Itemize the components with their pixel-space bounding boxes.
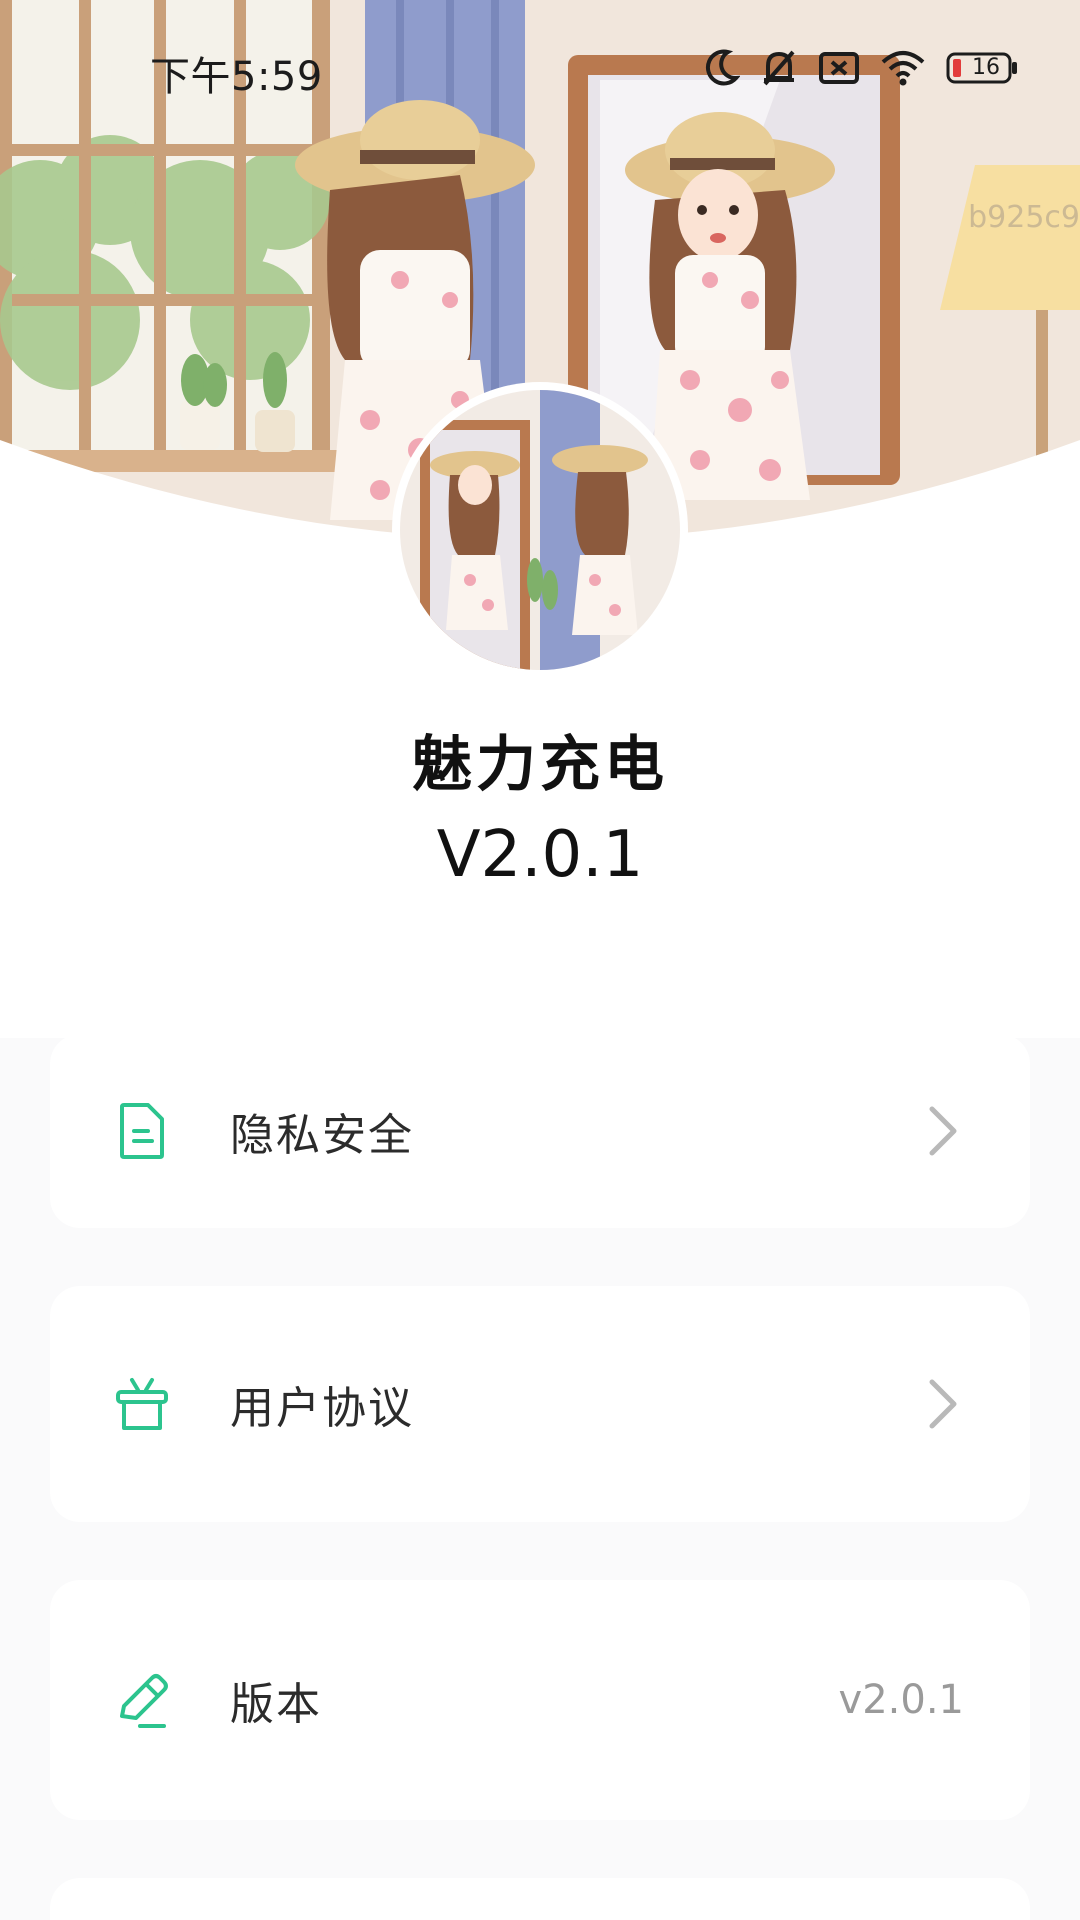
app-avatar — [392, 382, 688, 678]
privacy-security-item[interactable]: 隐私安全 — [50, 1034, 1030, 1228]
pencil-icon — [120, 1674, 168, 1728]
gift-icon — [116, 1378, 168, 1430]
document-icon — [120, 1103, 164, 1159]
chevron-right-icon — [929, 1379, 957, 1429]
chevron-right-icon — [929, 1106, 957, 1156]
app-name: 魅力充电 — [412, 730, 668, 800]
version-label: 版本 — [230, 1679, 322, 1730]
about-page: 下午5:59 16 b925c9 魅力充电 V2.0.1 隐私安全 用户协议 版… — [0, 0, 1080, 1920]
version-value: v2.0.1 — [838, 1677, 964, 1723]
list-item-partial — [50, 1878, 1030, 1920]
status-time: 下午5:59 — [150, 54, 323, 100]
status-bar: 下午5:59 16 — [0, 0, 1080, 140]
sim-error-icon — [819, 52, 859, 84]
battery-level: 16 — [972, 55, 1000, 80]
watermark: b925c9 — [968, 200, 1080, 235]
bell-muted-icon — [763, 50, 795, 86]
user-agreement-item[interactable]: 用户协议 — [50, 1286, 1030, 1522]
user-agreement-label: 用户协议 — [230, 1383, 414, 1434]
battery-icon: 16 — [946, 51, 1020, 85]
privacy-security-label: 隐私安全 — [230, 1110, 414, 1161]
app-version: V2.0.1 — [436, 818, 644, 892]
wifi-icon — [881, 51, 925, 86]
moon-icon — [705, 49, 740, 86]
status-icons: 16 — [704, 46, 1020, 90]
version-item[interactable]: 版本 v2.0.1 — [50, 1580, 1030, 1820]
